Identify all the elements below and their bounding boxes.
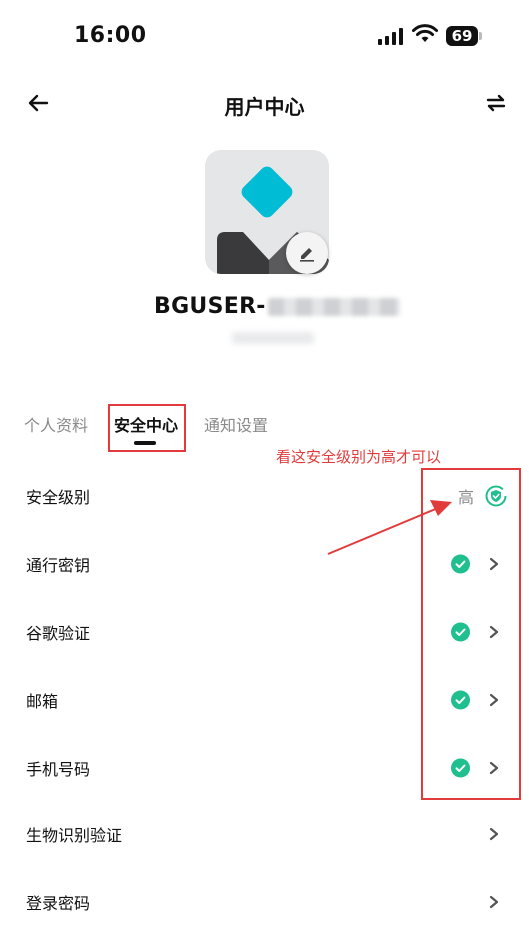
status-time: 16:00 [74, 23, 147, 48]
shield-check-icon [485, 485, 507, 507]
security-item-label: 登录密码 [26, 894, 91, 913]
chevron-right-icon [489, 557, 499, 571]
battery-tip [479, 32, 482, 40]
username: BGUSER- [154, 294, 400, 319]
check-circle-icon [451, 690, 470, 710]
security-item-label: 通行密钥 [26, 556, 91, 575]
tab-profile[interactable]: 个人资料 [24, 412, 88, 436]
security-item-label: 邮箱 [26, 692, 59, 711]
check-circle-icon [451, 622, 470, 642]
cellular-signal-icon [378, 28, 403, 45]
annotation-tab-highlight [108, 404, 186, 452]
uid-redacted [232, 332, 314, 344]
security-level-label: 安全级别 [26, 488, 91, 507]
switch-account-icon[interactable] [484, 91, 508, 115]
security-level-value: 高 [458, 488, 475, 507]
security-item-passkey[interactable]: 通行密钥 [0, 530, 529, 598]
chevron-right-icon [489, 625, 499, 639]
security-item-email[interactable]: 邮箱 [0, 666, 529, 734]
page-title: 用户中心 [224, 95, 305, 119]
security-item-google-auth[interactable]: 谷歌验证 [0, 598, 529, 666]
chevron-right-icon [489, 693, 499, 707]
pencil-icon [300, 248, 314, 262]
security-level-row: 安全级别 高 [0, 462, 529, 530]
chevron-right-icon [489, 895, 499, 909]
wifi-icon [412, 24, 438, 48]
security-item-label: 生物识别验证 [26, 826, 123, 845]
check-circle-icon [451, 758, 470, 778]
security-item-label: 谷歌验证 [26, 624, 91, 643]
username-text: BGUSER- [154, 294, 266, 319]
security-item-biometric[interactable]: 生物识别验证 [0, 800, 529, 868]
security-item-label: 手机号码 [26, 760, 91, 779]
battery-icon: 69 [446, 26, 478, 46]
tab-notifications[interactable]: 通知设置 [204, 412, 268, 436]
chevron-right-icon [489, 761, 499, 775]
edit-avatar-button[interactable] [286, 232, 328, 274]
security-item-login-password[interactable]: 登录密码 [0, 868, 529, 936]
username-redacted [267, 297, 400, 316]
check-circle-icon [451, 554, 470, 574]
security-item-phone[interactable]: 手机号码 [0, 734, 529, 802]
chevron-right-icon [489, 827, 499, 841]
